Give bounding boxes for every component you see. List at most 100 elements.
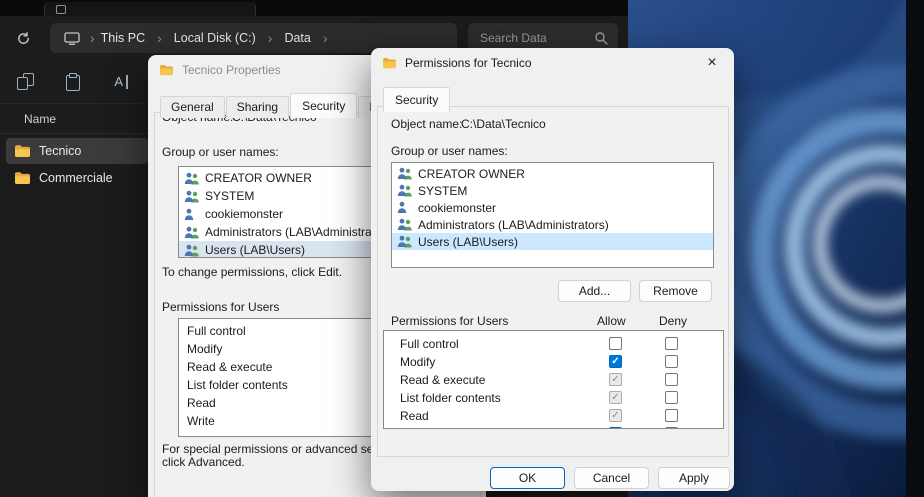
cancel-button[interactable]: Cancel xyxy=(574,467,649,489)
user-group-icon xyxy=(397,201,413,214)
user-group-icon xyxy=(184,172,200,185)
allow-checkbox[interactable] xyxy=(609,355,622,368)
ok-button[interactable]: OK xyxy=(490,467,565,489)
tab[interactable]: Sharing xyxy=(226,96,289,118)
breadcrumb-item[interactable]: Data xyxy=(282,30,337,46)
breadcrumb-item[interactable]: This PC xyxy=(99,30,172,46)
screen-right-edge xyxy=(906,0,924,497)
user-group-icon xyxy=(184,208,200,221)
group-list-item[interactable]: SYSTEM xyxy=(392,182,713,199)
tab[interactable]: General xyxy=(160,96,225,118)
group-name: cookiemonster xyxy=(205,207,283,221)
group-name: Administrators (LAB\Administrators) xyxy=(418,218,609,232)
apply-button[interactable]: Apply xyxy=(658,467,730,489)
deny-checkbox[interactable] xyxy=(665,355,678,368)
group-name: Administrators (LAB\Administrators) xyxy=(205,225,396,239)
chevron-icon xyxy=(80,30,99,46)
permissions-grid: Full control Modify Read & execute xyxy=(383,330,724,429)
refresh-icon xyxy=(16,31,31,46)
group-names-label: Group or user names: xyxy=(391,144,508,158)
permissions-for-users-label: Permissions for Users xyxy=(162,300,279,314)
deny-checkbox[interactable] xyxy=(665,337,678,350)
permission-name: Write xyxy=(187,414,215,428)
folder-row[interactable]: Commerciale xyxy=(6,165,148,191)
user-group-icon xyxy=(397,184,413,197)
group-name: CREATOR OWNER xyxy=(205,171,312,185)
close-button[interactable]: × xyxy=(690,48,734,78)
permission-name: Full control xyxy=(400,337,459,351)
tab-security[interactable]: Security xyxy=(383,87,450,112)
permission-row: Full control xyxy=(384,335,723,353)
permissions-dialog: Permissions for Tecnico × Security Objec… xyxy=(371,48,734,491)
object-name-label: Object name: xyxy=(391,117,462,131)
paste-icon[interactable] xyxy=(60,69,86,95)
folder-name: Commerciale xyxy=(39,171,113,185)
permission-row: Write xyxy=(384,425,723,429)
allow-checkbox[interactable] xyxy=(609,391,622,404)
close-icon: × xyxy=(707,54,716,72)
permission-name: Read xyxy=(187,396,216,410)
folder-icon xyxy=(14,171,31,185)
explorer-window-tab[interactable] xyxy=(44,2,256,16)
add-button[interactable]: Add... xyxy=(558,280,631,302)
permission-name: List folder contents xyxy=(400,391,501,405)
refresh-button[interactable] xyxy=(8,24,38,52)
allow-column-header: Allow xyxy=(597,314,626,328)
remove-button[interactable]: Remove xyxy=(639,280,712,302)
allow-checkbox[interactable] xyxy=(609,337,622,350)
group-name: Users (LAB\Users) xyxy=(418,235,518,249)
search-input[interactable] xyxy=(478,30,594,46)
permission-name: List folder contents xyxy=(187,378,288,392)
group-names-label: Group or user names: xyxy=(162,145,279,159)
user-group-icon xyxy=(397,235,413,248)
permission-name: Modify xyxy=(400,355,435,369)
column-header-name[interactable]: Name xyxy=(0,104,148,134)
deny-checkbox[interactable] xyxy=(665,427,678,429)
search-icon xyxy=(594,31,608,45)
breadcrumb-item[interactable]: Local Disk (C:) xyxy=(172,30,283,46)
user-group-icon xyxy=(397,218,413,231)
deny-column-header: Deny xyxy=(659,314,687,328)
deny-checkbox[interactable] xyxy=(665,409,678,422)
permission-name: Read xyxy=(400,409,429,423)
properties-dialog-title: Tecnico Properties xyxy=(182,63,281,77)
advanced-hint-line1: For special permissions or advanced sett… xyxy=(162,442,396,456)
allow-checkbox[interactable] xyxy=(609,409,622,422)
user-group-icon xyxy=(397,167,413,180)
breadcrumb: This PC Local Disk (C:) Data xyxy=(99,30,338,46)
permissions-for-users-label: Permissions for Users xyxy=(391,314,508,328)
permissions-tabs: Security xyxy=(383,87,451,111)
dialog-folder-icon xyxy=(159,64,174,76)
rename-icon[interactable] xyxy=(108,69,134,95)
edit-hint: To change permissions, click Edit. xyxy=(162,265,342,279)
group-list-item[interactable]: Users (LAB\Users) xyxy=(392,233,713,250)
folder-tab-icon xyxy=(56,5,66,14)
tab[interactable]: Security xyxy=(290,93,357,118)
permission-name: Modify xyxy=(187,342,222,356)
permission-row: Read xyxy=(384,407,723,425)
dialog-folder-icon xyxy=(382,57,397,69)
folder-name: Tecnico xyxy=(39,144,81,158)
user-group-icon xyxy=(184,226,200,239)
group-list-item[interactable]: CREATOR OWNER xyxy=(392,165,713,182)
permission-name: Write xyxy=(400,427,428,429)
group-list-item[interactable]: Administrators (LAB\Administrators) xyxy=(392,216,713,233)
user-group-icon xyxy=(184,244,200,257)
copy-icon[interactable] xyxy=(12,69,38,95)
group-name: Users (LAB\Users) xyxy=(205,243,305,257)
deny-checkbox[interactable] xyxy=(665,391,678,404)
folder-list: Tecnico Commerciale xyxy=(6,138,148,192)
permissions-dialog-titlebar[interactable]: Permissions for Tecnico × xyxy=(371,48,734,78)
permission-row: Modify xyxy=(384,353,723,371)
permissions-dialog-title: Permissions for Tecnico xyxy=(405,56,532,70)
group-list-item[interactable]: cookiemonster xyxy=(392,199,713,216)
permission-row: List folder contents xyxy=(384,389,723,407)
folder-row[interactable]: Tecnico xyxy=(6,138,148,164)
deny-checkbox[interactable] xyxy=(665,373,678,386)
advanced-hint-line2: click Advanced. xyxy=(162,455,245,469)
allow-checkbox[interactable] xyxy=(609,427,622,429)
screen: This PC Local Disk (C:) Data xyxy=(0,0,924,497)
group-name: cookiemonster xyxy=(418,201,496,215)
allow-checkbox[interactable] xyxy=(609,373,622,386)
column-header-label: Name xyxy=(24,112,56,126)
